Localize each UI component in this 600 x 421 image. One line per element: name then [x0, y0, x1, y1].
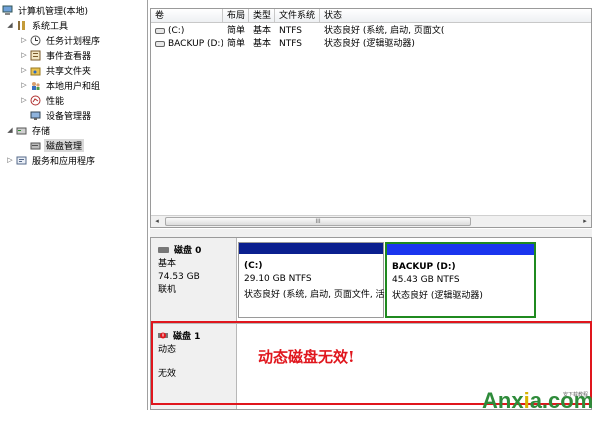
disk-error-icon	[158, 330, 169, 341]
tree-label: 性能	[46, 96, 65, 107]
volume-name: BACKUP (D:)	[168, 39, 223, 49]
layout-cell: 简单	[227, 26, 246, 36]
disk0-label[interactable]: 磁盘 0 基本 74.53 GB 联机	[151, 238, 237, 323]
shared-folder-icon	[30, 65, 41, 76]
status-cell: 状态良好 (系统, 启动, 页面文(	[324, 26, 445, 36]
collapsed-arrow-icon[interactable]: ▷	[6, 156, 14, 164]
computer-mgmt-icon	[2, 5, 13, 16]
expanded-arrow-icon[interactable]: ◢	[6, 126, 14, 134]
hard-disk-icon	[158, 246, 169, 253]
tree-item-local-users-groups[interactable]: ▷ 本地用户和组	[20, 78, 102, 92]
tree-label: 服务和应用程序	[32, 156, 96, 167]
type-cell: 基本	[253, 39, 272, 49]
partition-status: 状态良好 (逻辑驱动器)	[392, 291, 483, 301]
users-icon	[30, 80, 41, 91]
disk-type: 基本	[158, 259, 177, 269]
drive-icon	[155, 40, 165, 47]
disk-size: 74.53 GB	[158, 272, 200, 282]
column-header-layout[interactable]: 布局	[223, 9, 249, 23]
status-cell: 状态良好 (逻辑驱动器)	[324, 39, 415, 49]
disk-name: 磁盘 1	[173, 332, 201, 342]
scroll-left-arrow-icon[interactable]: ◂	[151, 216, 163, 227]
disk1-title: 磁盘 1	[158, 329, 236, 342]
disk-state: 无效	[158, 369, 177, 379]
pane-splitter[interactable]	[150, 229, 592, 237]
tree-label: 设备管理器	[46, 111, 92, 122]
clock-icon	[30, 35, 41, 46]
partition-c[interactable]: (C:) 29.10 GB NTFS 状态良好 (系统, 启动, 页面文件, 活	[238, 242, 385, 318]
device-manager-icon	[30, 110, 41, 121]
horizontal-scrollbar[interactable]: ◂ III ▸	[151, 215, 591, 227]
tree-label: 磁盘管理	[44, 138, 85, 152]
collapsed-arrow-icon[interactable]: ▷	[20, 81, 28, 89]
partition-size: 29.10 GB NTFS	[244, 274, 312, 284]
partition-d[interactable]: BACKUP (D:) 45.43 GB NTFS 状态良好 (逻辑驱动器)	[385, 242, 536, 318]
navigation-tree: 计算机管理(本地) ◢ 系统工具 ▷ 任务计划程序 ▷ 事件查看器 ▷ 共享文件…	[0, 0, 148, 410]
tree-label: 计算机管理(本地)	[18, 6, 89, 17]
volume-cell: BACKUP (D:)	[151, 38, 223, 51]
collapsed-arrow-icon[interactable]: ▷	[20, 66, 28, 74]
services-icon	[16, 155, 27, 166]
tree-item-storage[interactable]: ◢ 存储	[6, 123, 52, 137]
event-log-icon	[30, 50, 41, 61]
disk-management-icon	[30, 140, 41, 151]
watermark-caption: 安下载教程	[563, 392, 589, 398]
disk-name: 磁盘 0	[174, 246, 202, 256]
column-header-row: 卷 布局 类型 文件系统 状态	[151, 9, 591, 23]
tree-label: 任务计划程序	[46, 36, 101, 47]
table-row[interactable]: BACKUP (D:) 简单 基本 NTFS 状态良好 (逻辑驱动器)	[151, 38, 591, 51]
column-header-type[interactable]: 类型	[249, 9, 275, 23]
partition-status: 状态良好 (系统, 启动, 页面文件, 活	[244, 290, 385, 300]
tree-item-disk-management[interactable]: 磁盘管理	[30, 138, 85, 152]
scroll-right-arrow-icon[interactable]: ▸	[579, 216, 591, 227]
expanded-arrow-icon[interactable]: ◢	[6, 21, 14, 29]
watermark-part: Anx	[482, 388, 524, 413]
type-cell: 基本	[253, 26, 272, 36]
tree-item-device-manager[interactable]: 设备管理器	[30, 108, 93, 122]
tree-item-task-scheduler[interactable]: ▷ 任务计划程序	[20, 33, 102, 47]
tree-item-performance[interactable]: ▷ 性能	[20, 93, 66, 107]
tree-item-computer-management[interactable]: 计算机管理(本地)	[2, 3, 90, 17]
annotation-message: 动态磁盘无效!	[258, 348, 355, 366]
tree-item-shared-folders[interactable]: ▷ 共享文件夹	[20, 63, 93, 77]
tree-item-system-tools[interactable]: ◢ 系统工具	[6, 18, 70, 32]
partition-name: BACKUP (D:)	[392, 262, 456, 272]
volume-cell: (C:)	[151, 25, 223, 38]
tree-item-services-apps[interactable]: ▷ 服务和应用程序	[6, 153, 97, 167]
tree-label: 事件查看器	[46, 51, 92, 62]
column-header-volume[interactable]: 卷	[151, 9, 223, 23]
drive-icon	[155, 27, 165, 34]
column-header-filesystem[interactable]: 文件系统	[275, 9, 320, 23]
performance-icon	[30, 95, 41, 106]
table-row[interactable]: (C:) 简单 基本 NTFS 状态良好 (系统, 启动, 页面文(	[151, 25, 591, 38]
tree-label: 系统工具	[32, 21, 69, 32]
grip-icon: III	[315, 218, 321, 225]
disk1-label[interactable]: 磁盘 1 动态 无效	[151, 324, 237, 409]
filesystem-cell: NTFS	[279, 39, 302, 49]
tree-item-event-viewer[interactable]: ▷ 事件查看器	[20, 48, 93, 62]
layout-cell: 简单	[227, 39, 246, 49]
partition-name: (C:)	[244, 261, 263, 271]
disk-state: 联机	[158, 285, 177, 295]
filesystem-cell: NTFS	[279, 26, 302, 36]
tools-icon	[16, 20, 27, 31]
volume-name: (C:)	[168, 26, 185, 36]
tree-label: 本地用户和组	[46, 81, 101, 92]
disk-type: 动态	[158, 345, 177, 355]
partition-size: 45.43 GB NTFS	[392, 275, 460, 285]
disk0-title: 磁盘 0	[158, 243, 236, 256]
partition-bar	[387, 244, 534, 255]
collapsed-arrow-icon[interactable]: ▷	[20, 96, 28, 104]
storage-icon	[16, 125, 27, 136]
disk-graphic-pane: 磁盘 0 基本 74.53 GB 联机 (C:) 29.10 GB NTFS 状…	[150, 237, 592, 410]
collapsed-arrow-icon[interactable]: ▷	[20, 51, 28, 59]
partition-bar	[239, 243, 383, 254]
collapsed-arrow-icon[interactable]: ▷	[20, 36, 28, 44]
scrollbar-thumb[interactable]: III	[165, 217, 471, 226]
column-header-status[interactable]: 状态	[320, 9, 591, 23]
tree-label: 共享文件夹	[46, 66, 92, 77]
tree-label: 存储	[32, 126, 51, 137]
volume-list-pane: 卷 布局 类型 文件系统 状态 (C:) 简单 基本 NTFS 状态良好 (系统…	[150, 8, 592, 228]
